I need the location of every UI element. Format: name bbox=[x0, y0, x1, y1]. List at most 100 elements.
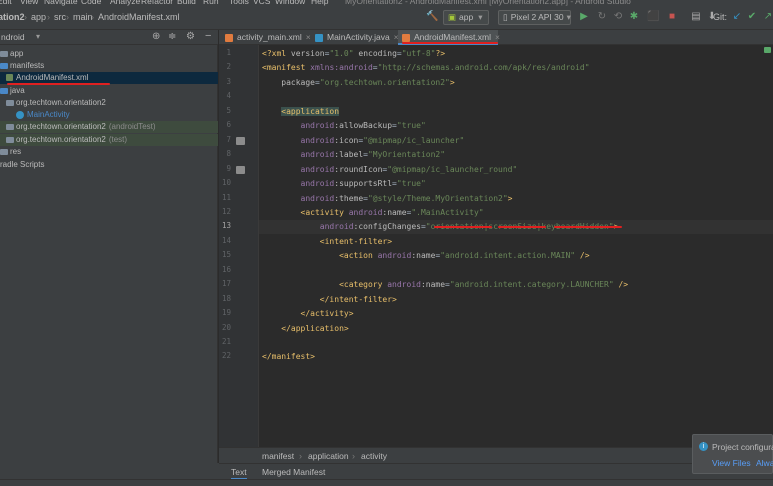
code-token: android bbox=[300, 135, 335, 145]
error-stripe bbox=[764, 47, 771, 53]
menu-item-refactor[interactable]: Refactor bbox=[141, 0, 173, 6]
code-token: "org.techtown.orientation2" bbox=[319, 77, 450, 87]
line-number: 2 bbox=[226, 62, 231, 72]
run-config-combo[interactable]: ▣ app ▾ bbox=[443, 10, 489, 25]
notification-balloon[interactable]: i Project configurat View Files Alwa bbox=[692, 434, 773, 474]
rerun-icon[interactable]: ↻ bbox=[596, 11, 608, 23]
code-token: :supportsRtl bbox=[334, 179, 393, 189]
tree-item-class[interactable]: MainActivity bbox=[0, 109, 218, 121]
tree-item-package[interactable]: org.techtown.orientation2 bbox=[0, 97, 218, 109]
folder-icon bbox=[0, 62, 8, 69]
git-commit-icon[interactable]: ✔ bbox=[746, 11, 758, 23]
device-combo[interactable]: ▯ Pixel 2 API 30 ▾ bbox=[498, 10, 571, 25]
menu-item-view[interactable]: View bbox=[20, 0, 38, 6]
tree-item-gradle[interactable]: radle Scripts bbox=[0, 159, 218, 171]
breadcrumb-item[interactable]: ation2 bbox=[0, 12, 25, 22]
git-push-icon[interactable]: ↗ bbox=[762, 11, 773, 23]
line-number: 12 bbox=[221, 206, 231, 216]
tree-item-label: manifests bbox=[10, 61, 45, 70]
debug-icon[interactable]: ✱ bbox=[628, 11, 640, 23]
menu-item-window[interactable]: Window bbox=[275, 0, 305, 6]
tab-activity-main-xml[interactable]: activity_main.xml × bbox=[221, 30, 311, 45]
image-preview-icon[interactable] bbox=[236, 136, 245, 145]
breadcrumb-item[interactable]: AndroidManifest.xml bbox=[98, 12, 180, 22]
line-number: 9 bbox=[226, 163, 231, 173]
project-tree: app manifests AndroidManifest.xml java org.t… bbox=[0, 45, 218, 486]
menu-item-code[interactable]: Code bbox=[81, 0, 101, 6]
tab-label: activity_main.xml bbox=[237, 32, 302, 42]
menu-item-vcs[interactable]: VCS bbox=[253, 0, 270, 6]
code-token: "http://schemas.android.com/apk/res/andr… bbox=[377, 63, 590, 73]
gear-icon[interactable]: ⚙ bbox=[186, 31, 195, 42]
bottom-tab-merged-manifest[interactable]: Merged Manifest bbox=[262, 467, 325, 477]
menu-item-run[interactable]: Run bbox=[203, 0, 219, 6]
tree-item-package[interactable]: org.techtown.orientation2 (test) bbox=[0, 134, 218, 146]
code-token: "@mipmap/ic_launcher" bbox=[363, 135, 465, 145]
code-token: :label bbox=[334, 150, 364, 160]
always-link[interactable]: Alwa bbox=[756, 458, 773, 468]
code-token: android bbox=[319, 222, 354, 232]
breadcrumb-item[interactable]: src bbox=[54, 12, 66, 22]
tree-item-folder[interactable]: res bbox=[0, 146, 218, 158]
folder-icon bbox=[0, 148, 8, 155]
breadcrumb-item[interactable]: app bbox=[31, 12, 46, 22]
code-line: android:allowBackup="true" bbox=[262, 119, 426, 133]
collapse-icon[interactable]: ≑ bbox=[168, 31, 176, 42]
code-token: <action bbox=[339, 251, 378, 261]
menu-item-analyze[interactable]: Analyze bbox=[110, 0, 140, 6]
tree-item-folder[interactable]: java bbox=[0, 85, 218, 97]
xml-file-icon bbox=[6, 74, 13, 82]
code-token: <category bbox=[339, 280, 388, 290]
breadcrumb-separator: › bbox=[24, 12, 27, 22]
code-token: :icon bbox=[334, 135, 359, 145]
git-update-icon[interactable]: ↙ bbox=[731, 11, 743, 23]
menu-item-edit[interactable]: Edit bbox=[0, 0, 12, 6]
breadcrumb-separator: › bbox=[352, 451, 355, 461]
menu-item-tools[interactable]: Tools bbox=[229, 0, 249, 6]
view-files-link[interactable]: View Files bbox=[712, 458, 751, 468]
code-line: <manifest xmlns:android="http://schemas.… bbox=[262, 61, 590, 75]
menu-bar: Edit View NavigateCode AnalyzeRefactor Build… bbox=[0, 0, 773, 7]
tree-item-folder[interactable]: manifests bbox=[0, 60, 218, 72]
tree-item-package[interactable]: org.techtown.orientation2 (androidTest) bbox=[0, 121, 218, 133]
apply-changes-icon[interactable]: ⟲ bbox=[612, 11, 624, 23]
close-icon[interactable]: × bbox=[306, 32, 311, 42]
breadcrumb-item[interactable]: main bbox=[73, 12, 93, 22]
code-token: "android.intent.action.MAIN" bbox=[440, 251, 576, 261]
code-token: > bbox=[507, 193, 513, 203]
code-editor[interactable]: <?xml version="1.0" encoding="utf-8"?> <m… bbox=[259, 45, 773, 447]
target-icon[interactable]: ⊕ bbox=[152, 31, 160, 42]
code-line: <application bbox=[262, 105, 340, 119]
tree-item-label: AndroidManifest.xml bbox=[16, 73, 89, 82]
editor-breadcrumb-item[interactable]: manifest bbox=[262, 451, 294, 461]
attach-debugger-icon[interactable]: ⬛ bbox=[647, 11, 659, 23]
project-view-selector[interactable]: ndroid bbox=[1, 32, 25, 42]
run-icon[interactable]: ▶ bbox=[578, 11, 590, 23]
editor-breadcrumb-item[interactable]: activity bbox=[361, 451, 387, 461]
menu-item-build[interactable]: Build bbox=[177, 0, 196, 6]
notification-title: Project configurat bbox=[712, 442, 773, 452]
stop-icon[interactable]: ■ bbox=[666, 11, 678, 23]
code-token: :allowBackup bbox=[334, 121, 393, 131]
tree-item-module[interactable]: app bbox=[0, 48, 218, 60]
tree-item-label: res bbox=[10, 147, 22, 156]
tab-mainactivity-java[interactable]: MainActivity.java × bbox=[311, 30, 399, 45]
editor-breadcrumb-item[interactable]: application bbox=[308, 451, 349, 461]
line-number: 17 bbox=[221, 279, 231, 289]
code-token: :theme bbox=[334, 193, 364, 203]
device-label: Pixel 2 API 30 bbox=[510, 12, 564, 22]
hide-icon[interactable]: − bbox=[205, 30, 211, 42]
code-line: </application> bbox=[262, 322, 348, 336]
close-icon[interactable]: × bbox=[495, 32, 500, 42]
hammer-icon[interactable]: 🔨 bbox=[426, 11, 438, 23]
image-preview-icon[interactable] bbox=[236, 165, 245, 174]
avd-manager-icon[interactable]: ▤ bbox=[690, 11, 702, 23]
tree-item-xml[interactable]: AndroidManifest.xml bbox=[0, 72, 218, 85]
menu-item-navigate[interactable]: Navigate bbox=[44, 0, 78, 6]
menu-item-help[interactable]: Help bbox=[311, 0, 328, 6]
code-token: </manifest> bbox=[262, 352, 315, 362]
